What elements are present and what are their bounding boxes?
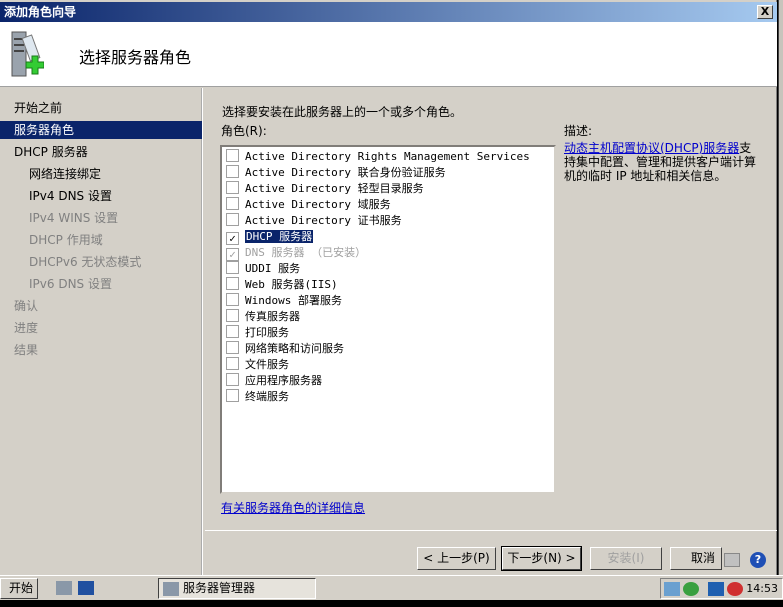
next-button[interactable]: 下一步(N) > xyxy=(501,546,582,571)
server-manager-icon xyxy=(163,582,179,596)
nav-step: DHCP 服务器 xyxy=(14,145,88,159)
nav-step: IPv4 DNS 设置 xyxy=(29,189,112,203)
role-label: Windows 部署服务 xyxy=(245,294,342,307)
page-title: 选择服务器角色 xyxy=(79,48,192,67)
keyboard-icon[interactable] xyxy=(724,553,740,567)
role-item[interactable]: Active Directory 域服务 xyxy=(226,197,391,213)
role-label: 传真服务器 xyxy=(245,310,300,323)
role-item[interactable]: Active Directory 联合身份验证服务 xyxy=(226,165,446,181)
role-item[interactable]: Active Directory Rights Management Servi… xyxy=(226,149,530,165)
nav-step: DHCPv6 无状态模式 xyxy=(29,255,142,269)
role-label: 应用程序服务器 xyxy=(245,374,322,387)
role-label: 文件服务 xyxy=(245,358,289,371)
taskbar: 开始 服务器管理器 14:53 xyxy=(0,575,783,600)
nav-step: 开始之前 xyxy=(14,101,63,115)
wizard-steps-nav: 开始之前服务器角色 DHCP 服务器网络连接绑定 IPv4 DNS 设置 IPv4 W… xyxy=(0,88,203,575)
install-button[interactable]: 安装(I) xyxy=(590,547,662,570)
role-checkbox[interactable]: ✓ xyxy=(226,232,239,245)
role-label: 打印服务 xyxy=(245,326,289,339)
start-label: 开始 xyxy=(9,581,34,595)
network-icon[interactable] xyxy=(664,582,680,596)
role-item[interactable]: 打印服务 xyxy=(226,325,289,341)
role-item[interactable]: Web 服务器(IIS) xyxy=(226,277,338,293)
role-checkbox[interactable] xyxy=(226,165,239,178)
nav-step: 进度 xyxy=(14,321,39,335)
role-checkbox[interactable] xyxy=(226,341,239,354)
role-item[interactable]: Active Directory 轻型目录服务 xyxy=(226,181,424,197)
nav-step: DHCP 作用域 xyxy=(29,233,103,247)
window-title: 添加角色向导 xyxy=(4,5,77,19)
role-label: Active Directory 证书服务 xyxy=(245,214,402,227)
nav-step: IPv4 WINS 设置 xyxy=(29,211,119,225)
title-bar[interactable]: 添加角色向导 X xyxy=(0,2,777,22)
role-checkbox[interactable] xyxy=(226,149,239,162)
volume-muted-icon[interactable] xyxy=(727,582,743,596)
server-manager-quicklaunch-icon[interactable] xyxy=(56,581,72,595)
help-icon[interactable]: ? xyxy=(750,552,766,568)
role-label: Active Directory 联合身份验证服务 xyxy=(245,166,446,179)
role-label: 网络策略和访问服务 xyxy=(245,342,344,355)
show-desktop-icon[interactable] xyxy=(78,581,94,595)
server-add-icon xyxy=(11,31,44,77)
role-item[interactable]: 传真服务器 xyxy=(226,309,300,325)
add-roles-wizard-window: 添加角色向导 X 选择服务器角色 开始之前 服务器角色 DHCP 服务器 网络连接绑定… xyxy=(0,0,777,575)
role-item[interactable]: 文件服务 xyxy=(226,357,289,373)
role-label: DNS 服务器 （已安装） xyxy=(245,246,367,259)
role-label: Web 服务器(IIS) xyxy=(245,278,338,291)
role-item[interactable]: Windows 部署服务 xyxy=(226,293,342,309)
role-checkbox[interactable] xyxy=(226,261,239,274)
role-item[interactable]: ✓ DHCP 服务器 xyxy=(226,229,314,245)
intro-text: 选择要安装在此服务器上的一个或多个角色。 xyxy=(222,105,463,119)
nav-step: 确认 xyxy=(14,299,39,313)
role-item[interactable]: 终端服务 xyxy=(226,389,289,405)
system-tray: 14:53 xyxy=(660,578,783,599)
role-checkbox[interactable]: ✓ xyxy=(226,248,239,261)
wizard-header: 选择服务器角色 xyxy=(0,22,777,87)
roles-label: 角色(R): xyxy=(221,124,267,138)
more-info-link[interactable]: 有关服务器角色的详细信息 xyxy=(221,499,365,516)
role-label: 终端服务 xyxy=(245,390,289,403)
role-label: DHCP 服务器 xyxy=(245,230,314,243)
role-checkbox[interactable] xyxy=(226,181,239,194)
task-label: 服务器管理器 xyxy=(183,581,256,595)
back-button[interactable]: < 上一步(P) xyxy=(417,547,496,570)
background-window-edge xyxy=(778,0,783,575)
roles-list[interactable]: Active Directory Rights Management Servi… xyxy=(220,145,556,494)
description: 动态主机配置协议(DHCP)服务器支持集中配置、管理和提供客户端计算机的临时 I… xyxy=(564,141,759,183)
role-label: UDDI 服务 xyxy=(245,262,301,275)
start-button[interactable]: 开始 xyxy=(0,578,38,599)
role-label: Active Directory Rights Management Servi… xyxy=(245,150,530,163)
role-checkbox[interactable] xyxy=(226,373,239,386)
role-checkbox[interactable] xyxy=(226,309,239,322)
role-checkbox[interactable] xyxy=(226,389,239,402)
nav-step: 结果 xyxy=(14,343,39,357)
nav-step: IPv6 DNS 设置 xyxy=(29,277,112,291)
description-label: 描述: xyxy=(564,124,593,138)
role-item[interactable]: ✓ DNS 服务器 （已安装） xyxy=(226,245,366,261)
divider xyxy=(205,530,777,531)
role-label: Active Directory 轻型目录服务 xyxy=(245,182,424,195)
role-checkbox[interactable] xyxy=(226,325,239,338)
role-label: Active Directory 域服务 xyxy=(245,198,391,211)
dhcp-link[interactable]: 动态主机配置协议(DHCP)服务器 xyxy=(564,141,739,155)
security-icon[interactable] xyxy=(683,582,699,596)
clock[interactable]: 14:53 xyxy=(746,582,778,595)
role-checkbox[interactable] xyxy=(226,197,239,210)
cancel-button[interactable]: 取消 xyxy=(670,547,722,570)
nav-step: 网络连接绑定 xyxy=(29,167,102,181)
role-item[interactable]: 应用程序服务器 xyxy=(226,373,322,389)
network-connection-icon[interactable] xyxy=(708,582,724,596)
role-checkbox[interactable] xyxy=(226,357,239,370)
taskbar-item-server-manager[interactable]: 服务器管理器 xyxy=(158,578,316,599)
role-item[interactable]: 网络策略和访问服务 xyxy=(226,341,344,357)
nav-step: 服务器角色 xyxy=(0,121,202,139)
close-button[interactable]: X xyxy=(757,5,773,19)
role-item[interactable]: UDDI 服务 xyxy=(226,261,300,277)
role-checkbox[interactable] xyxy=(226,293,239,306)
role-item[interactable]: Active Directory 证书服务 xyxy=(226,213,402,229)
role-checkbox[interactable] xyxy=(226,277,239,290)
role-checkbox[interactable] xyxy=(226,213,239,226)
